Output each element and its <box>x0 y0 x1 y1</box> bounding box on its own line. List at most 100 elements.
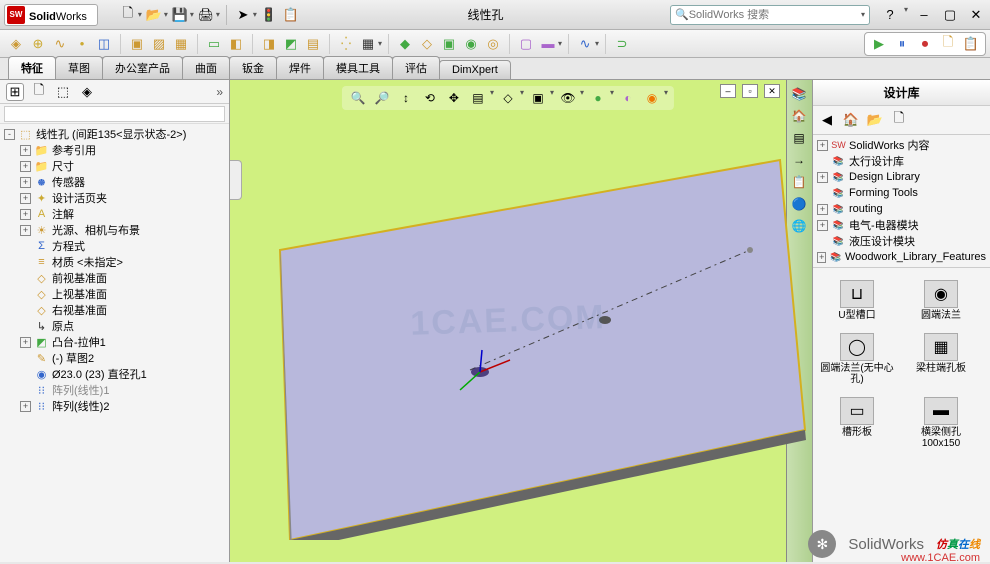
plane-icon[interactable]: ◈ <box>6 34 26 54</box>
bar-icon[interactable]: ▬ <box>538 34 558 54</box>
tree-expander-icon[interactable]: + <box>817 172 828 183</box>
vp-restore-button[interactable]: ▫ <box>742 84 758 98</box>
library-item[interactable]: ▬横梁侧孔 100x150 <box>901 393 981 453</box>
dropdown-icon[interactable]: ▾ <box>595 39 599 48</box>
iso2-icon[interactable]: ◇ <box>417 34 437 54</box>
tab-钣金[interactable]: 钣金 <box>229 56 277 79</box>
root-part[interactable]: -⬚线性孔 (间距135<显示状态-2>) <box>2 126 227 142</box>
library-folder[interactable]: +📚电气-电器模块 <box>815 217 988 233</box>
tab-草图[interactable]: 草图 <box>55 56 103 79</box>
select-button[interactable]: ➤ <box>233 5 253 25</box>
zoom-dyn-button[interactable]: ↕ <box>396 88 416 108</box>
cyl1-icon[interactable]: ◉ <box>461 34 481 54</box>
appearance-button[interactable]: ● <box>588 88 608 108</box>
cube1-icon[interactable]: ◨ <box>259 34 279 54</box>
library-item[interactable]: ◯圆端法兰(无中心孔) <box>817 329 897 389</box>
dropdown-icon[interactable]: ▾ <box>378 39 382 48</box>
box4-icon[interactable]: ▢ <box>516 34 536 54</box>
zoom-area-button[interactable]: 🔎 <box>372 88 392 108</box>
library-folder[interactable]: +SWSolidWorks 内容 <box>815 137 988 153</box>
origin[interactable]: ↳原点 <box>2 318 227 334</box>
grid-icon[interactable]: ▦ <box>358 34 378 54</box>
tab-模具工具[interactable]: 模具工具 <box>323 56 393 79</box>
dropdown-icon[interactable]: ▾ <box>164 10 168 19</box>
search-input[interactable] <box>689 9 863 21</box>
step-icon[interactable]: ⏸ <box>892 34 912 54</box>
rotate-button[interactable]: ⟲ <box>420 88 440 108</box>
pattern1[interactable]: ⁝⁝阵列(线性)1 <box>2 382 227 398</box>
equations[interactable]: Σ方程式 <box>2 238 227 254</box>
open-button[interactable]: 📂 <box>144 5 164 25</box>
expand-panel-icon[interactable]: » <box>216 85 223 99</box>
zoom-fit-button[interactable]: 🔍 <box>348 88 368 108</box>
log-icon[interactable]: 📋 <box>961 34 981 54</box>
tab-评估[interactable]: 评估 <box>392 56 440 79</box>
dropdown-icon[interactable]: ▾ <box>520 88 524 108</box>
design-binder[interactable]: +✦设计活页夹 <box>2 190 227 206</box>
tree-expander-icon[interactable]: + <box>20 161 31 172</box>
display-tab[interactable]: ◈ <box>78 83 96 101</box>
print-button[interactable]: 🖨 <box>196 5 216 25</box>
sensors[interactable]: +🞿传感器 <box>2 174 227 190</box>
coord-icon[interactable]: ◫ <box>94 34 114 54</box>
tree-expander-icon[interactable]: + <box>817 140 828 151</box>
library-item[interactable]: ▭槽形板 <box>817 393 897 453</box>
new-doc-button[interactable]: 🗋 <box>118 5 138 25</box>
cyl2-icon[interactable]: ◎ <box>483 34 503 54</box>
tree-expander-icon[interactable]: + <box>817 204 828 215</box>
design-lib-tab[interactable]: 📚 <box>789 84 809 104</box>
traffic-button[interactable]: 🚦 <box>259 5 279 25</box>
plane-top[interactable]: ◇上视基准面 <box>2 286 227 302</box>
tree-expander-icon[interactable]: + <box>20 225 31 236</box>
spline-icon[interactable]: ∿ <box>575 34 595 54</box>
dropdown-icon[interactable]: ▾ <box>190 10 194 19</box>
run-icon[interactable]: ▶ <box>869 34 889 54</box>
scene-button[interactable]: ◐ <box>618 88 638 108</box>
library-folder[interactable]: +📚Woodwork_Library_Features <box>815 249 988 265</box>
cube2-icon[interactable]: ◩ <box>281 34 301 54</box>
graphics-viewport[interactable]: 🔍🔎↕⟲✥▤▾◇▾▣▾👁▾●▾◐◉▾ – ▫ ✕ 1CAE.COM <box>230 80 786 562</box>
box2-icon[interactable]: ▨ <box>149 34 169 54</box>
library-folder[interactable]: +📚routing <box>815 201 988 217</box>
iso1-icon[interactable]: ◆ <box>395 34 415 54</box>
dropdown-icon[interactable]: ▾ <box>558 39 562 48</box>
sketch2[interactable]: ✎(-) 草图2 <box>2 350 227 366</box>
library-folder[interactable]: 📚液压设计模块 <box>815 233 988 249</box>
dropdown-icon[interactable]: ▾ <box>610 88 614 108</box>
tab-办公室产品[interactable]: 办公室产品 <box>102 56 183 79</box>
point-icon[interactable]: • <box>72 34 92 54</box>
box1-icon[interactable]: ▣ <box>127 34 147 54</box>
tree-expander-icon[interactable]: + <box>20 401 31 412</box>
cube4-icon[interactable]: ▣ <box>439 34 459 54</box>
config-tab[interactable]: ⬚ <box>54 83 72 101</box>
search-dropdown-icon[interactable]: ▾ <box>861 10 865 19</box>
minimize-button[interactable]: – <box>914 5 934 25</box>
extrude1[interactable]: +◩凸台-拉伸1 <box>2 334 227 350</box>
tab-DimXpert[interactable]: DimXpert <box>439 60 511 79</box>
flyout-handle[interactable] <box>230 160 242 200</box>
sheet-icon[interactable]: ▭ <box>204 34 224 54</box>
vp-close-button[interactable]: ✕ <box>764 84 780 98</box>
tree-expander-icon[interactable]: - <box>4 129 15 140</box>
close-button[interactable]: ✕ <box>966 5 986 25</box>
flange-icon[interactable]: ◧ <box>226 34 246 54</box>
tab-焊件[interactable]: 焊件 <box>276 56 324 79</box>
tree-expander-icon[interactable]: + <box>20 193 31 204</box>
dropdown-icon[interactable]: ▾ <box>138 10 142 19</box>
tree-expander-icon[interactable]: + <box>20 337 31 348</box>
lib-back-button[interactable]: ◀ <box>817 110 837 130</box>
hide-show-button[interactable]: 👁 <box>558 88 578 108</box>
annotations[interactable]: +A注解 <box>2 206 227 222</box>
doc-icon[interactable]: 🗋 <box>938 34 958 54</box>
material[interactable]: ≡材质 <未指定> <box>2 254 227 270</box>
property-tab[interactable]: 🗋 <box>30 83 48 101</box>
dropdown-icon[interactable]: ▾ <box>216 10 220 19</box>
plane-front[interactable]: ◇前视基准面 <box>2 270 227 286</box>
tree-expander-icon[interactable]: + <box>20 145 31 156</box>
lib-home-button[interactable]: 🏠 <box>841 110 861 130</box>
search-box[interactable]: 🔍 ▾ <box>670 5 870 25</box>
record-icon[interactable]: ⏺ <box>915 34 935 54</box>
tree-expander-icon[interactable]: + <box>20 209 31 220</box>
tree-expander-icon[interactable]: + <box>817 220 828 231</box>
library-item[interactable]: ◉圆端法兰 <box>901 276 981 325</box>
